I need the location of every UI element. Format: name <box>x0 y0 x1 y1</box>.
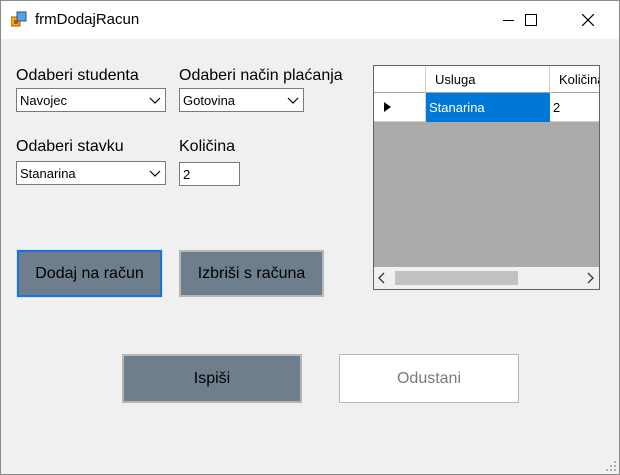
current-row-arrow-icon <box>384 102 391 112</box>
add-to-invoice-button[interactable]: Dodaj na račun <box>16 249 163 298</box>
row-header[interactable] <box>374 93 426 122</box>
print-label: Ispiši <box>193 369 231 387</box>
column-header-kolicina[interactable]: Količina <box>550 66 599 93</box>
chevron-down-icon <box>149 170 161 177</box>
quantity-input[interactable] <box>180 163 239 185</box>
payment-dropdown[interactable]: Gotovina <box>179 88 304 112</box>
quantity-field[interactable] <box>179 162 240 186</box>
main-window: frmDodajRacun Odaberi studenta Odaberi n… <box>0 0 620 475</box>
invoice-items-grid[interactable]: Usluga Količina Stanarina 2 <box>373 65 600 290</box>
cancel-button[interactable]: Odustani <box>339 354 519 403</box>
grid-cell-usluga[interactable]: Stanarina <box>426 93 550 122</box>
print-button[interactable]: Ispiši <box>122 354 302 403</box>
grid-corner-header[interactable] <box>374 66 426 93</box>
payment-label: Odaberi način plaćanja <box>179 67 343 84</box>
maximize-icon <box>525 14 537 26</box>
add-to-invoice-label: Dodaj na račun <box>35 264 144 282</box>
scroll-left-icon[interactable] <box>378 272 386 284</box>
item-dropdown-value: Stanarina <box>20 166 76 181</box>
form-app-icon <box>11 11 27 27</box>
grid-header: Usluga Količina <box>374 66 599 93</box>
column-header-usluga[interactable]: Usluga <box>426 66 550 93</box>
student-dropdown[interactable]: Navojec <box>16 88 166 112</box>
student-label: Odaberi studenta <box>16 67 139 84</box>
resize-grip-icon[interactable] <box>606 461 616 471</box>
chevron-down-icon <box>149 97 161 104</box>
item-dropdown[interactable]: Stanarina <box>16 161 166 185</box>
grid-cell-kolicina[interactable]: 2 <box>550 93 599 122</box>
item-label: Odaberi stavku <box>16 138 124 155</box>
close-icon <box>582 14 594 26</box>
remove-from-invoice-button[interactable]: Izbriši s računa <box>179 250 324 297</box>
title-bar[interactable]: frmDodajRacun <box>1 1 619 39</box>
student-dropdown-value: Navojec <box>20 93 67 108</box>
chevron-down-icon <box>287 97 299 104</box>
remove-from-invoice-label: Izbriši s računa <box>197 264 306 282</box>
scrollbar-thumb[interactable] <box>395 271 518 285</box>
cancel-label: Odustani <box>396 369 462 387</box>
quantity-label: Količina <box>179 138 236 155</box>
maximize-button[interactable] <box>508 1 554 39</box>
payment-dropdown-value: Gotovina <box>183 93 236 108</box>
close-button[interactable] <box>565 1 611 39</box>
scroll-right-icon[interactable] <box>586 272 594 284</box>
window-title: frmDodajRacun <box>35 11 140 28</box>
horizontal-scrollbar[interactable] <box>374 267 599 289</box>
